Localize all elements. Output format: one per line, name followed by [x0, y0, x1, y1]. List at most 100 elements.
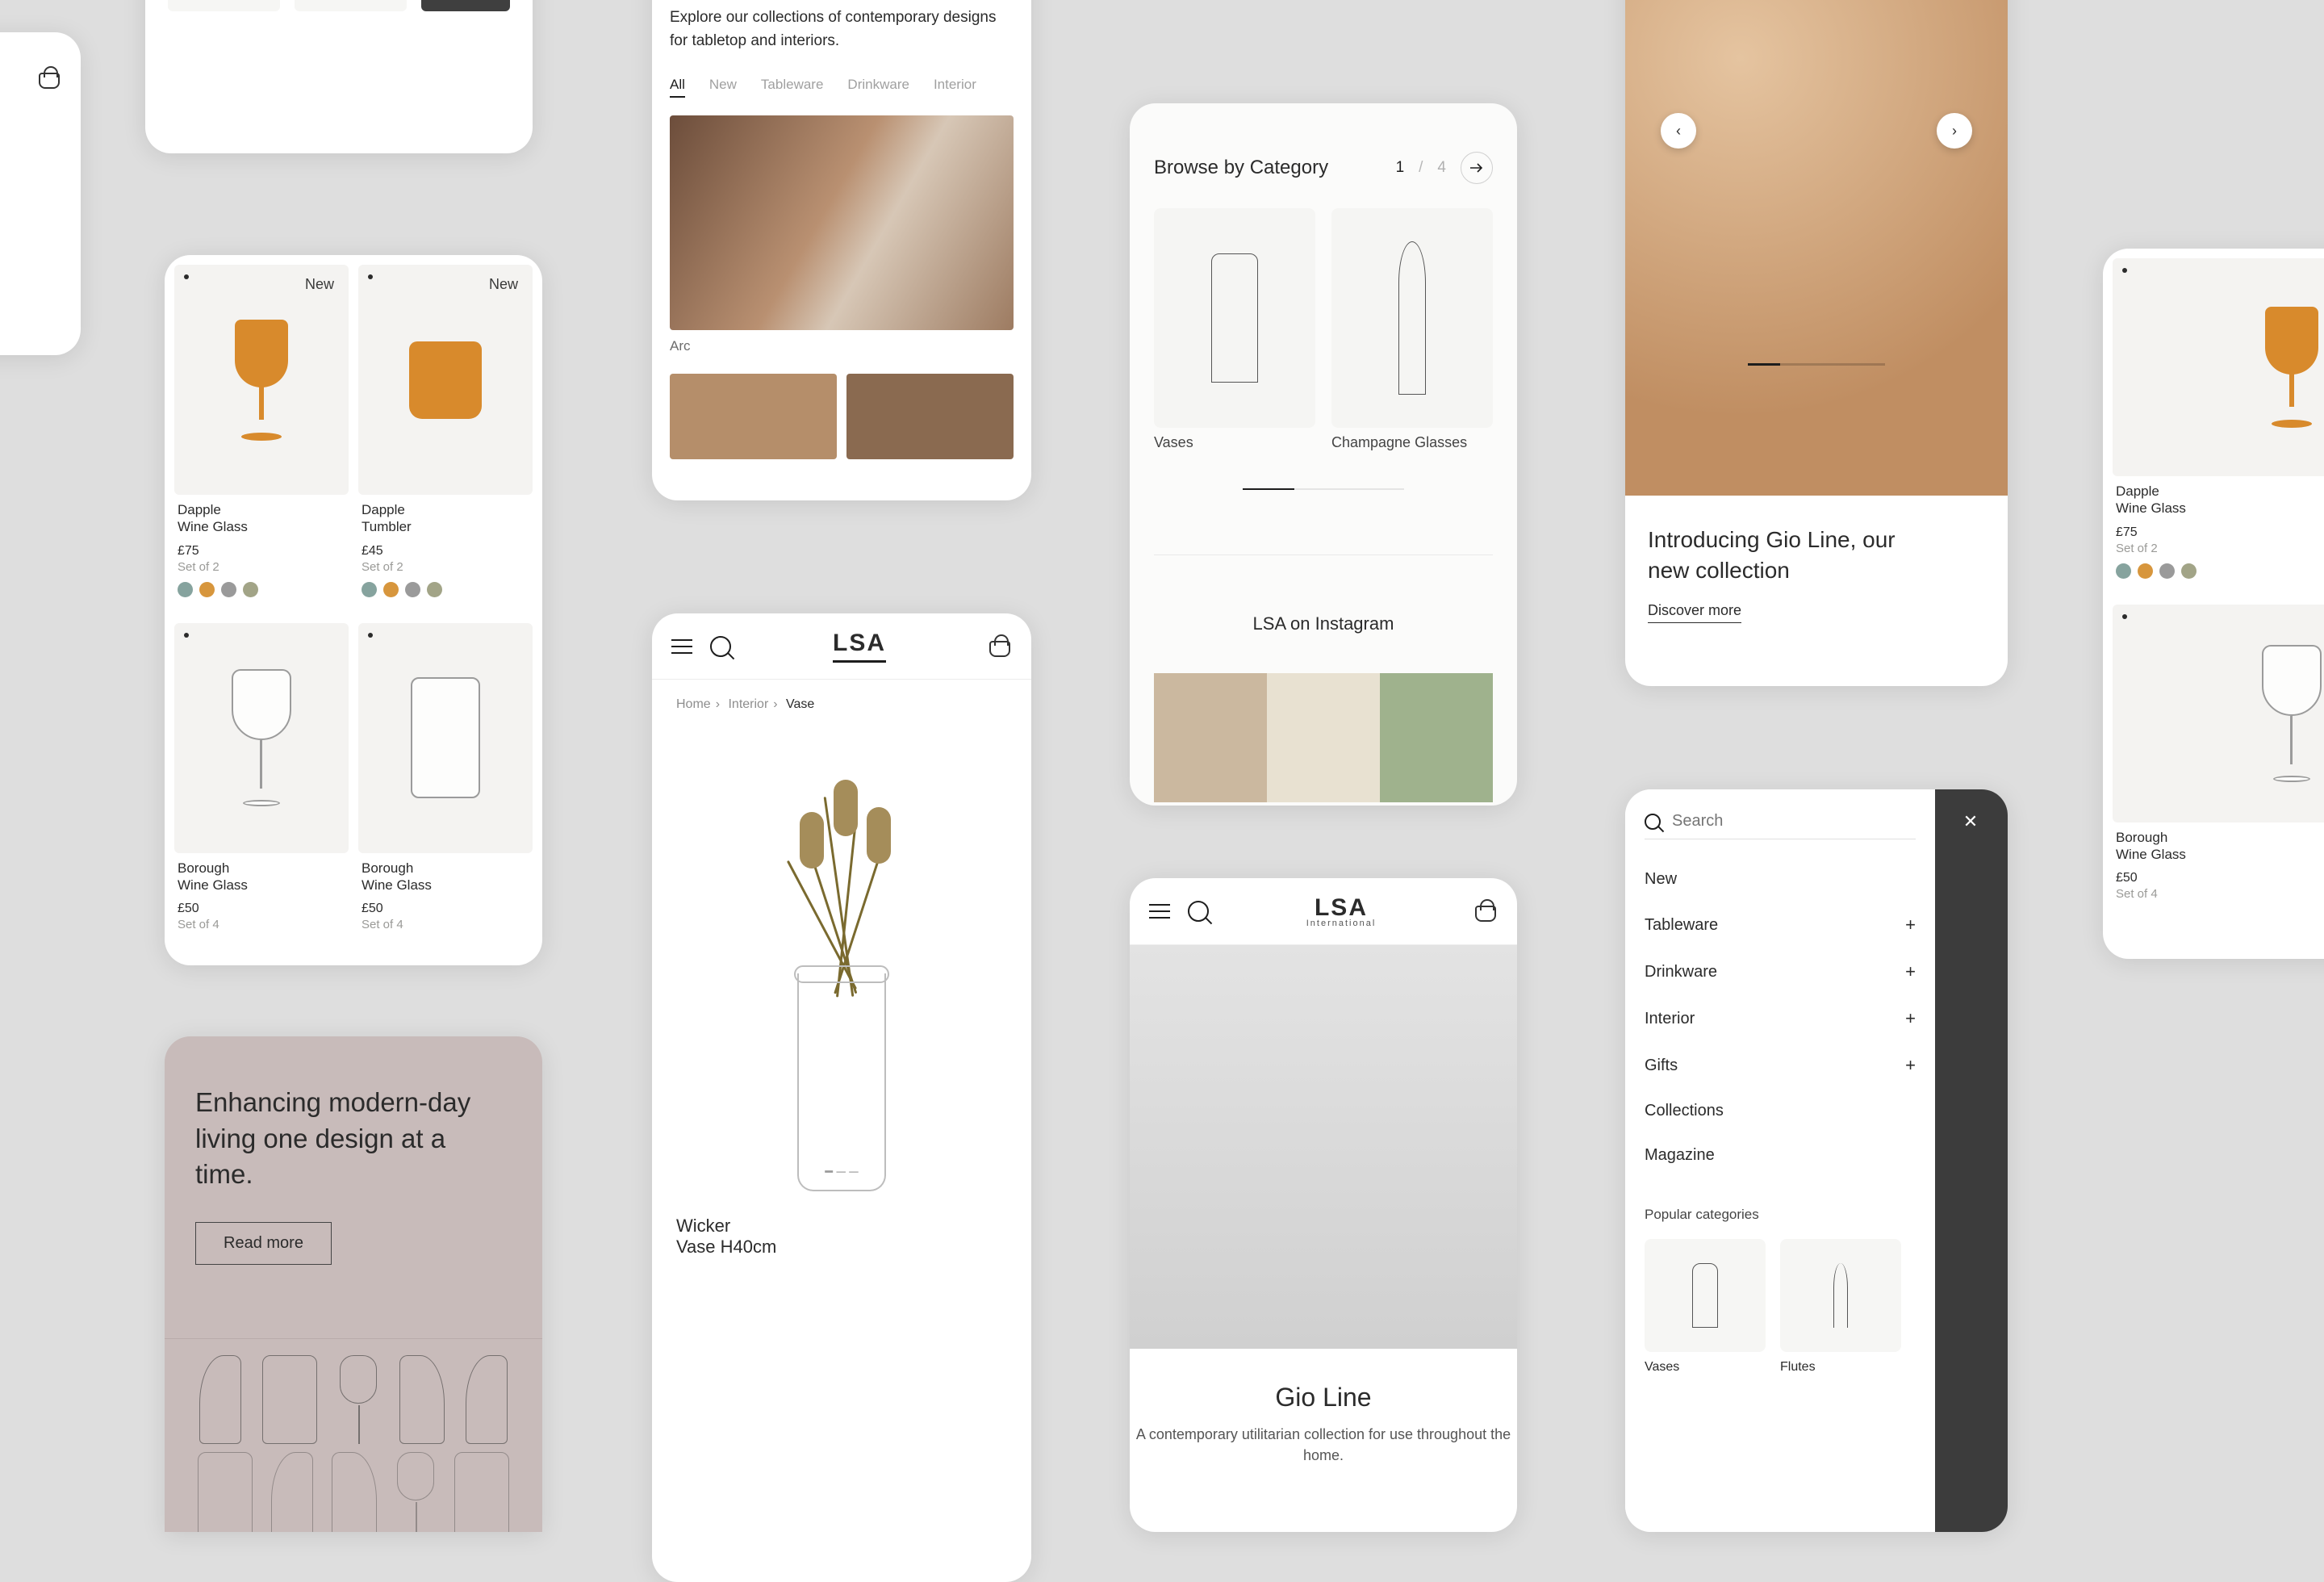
- wishlist-dot-icon[interactable]: [2122, 268, 2127, 273]
- crumb-current: Vase: [786, 697, 814, 711]
- nav-item-drinkware[interactable]: Drinkware+: [1645, 948, 1916, 995]
- cart-icon[interactable]: [37, 66, 61, 90]
- category-tile-vases[interactable]: [1154, 208, 1315, 428]
- discover-more-link[interactable]: Discover more: [1648, 602, 1741, 623]
- category-tile-vases[interactable]: [168, 0, 280, 11]
- vase-icon: [1211, 253, 1258, 383]
- product-card[interactable]: DappleWine Glass £75 Set of 2: [2113, 258, 2324, 595]
- search-icon[interactable]: [710, 636, 731, 657]
- page-title: Gio Line: [1130, 1383, 1517, 1412]
- cart-icon[interactable]: [1473, 899, 1498, 923]
- collection-hero-image[interactable]: [670, 115, 1014, 330]
- swatch[interactable]: [427, 582, 442, 597]
- instagram-thumbnails[interactable]: [1154, 673, 1493, 802]
- carousel-progress: [1748, 363, 1885, 366]
- nav-item-collections[interactable]: Collections: [1645, 1089, 1916, 1133]
- product-image: [411, 677, 480, 798]
- swatch[interactable]: [405, 582, 420, 597]
- search-icon[interactable]: [1188, 901, 1209, 922]
- instagram-heading: LSA on Instagram: [1154, 613, 1493, 634]
- drawer-scrim[interactable]: [1935, 789, 2008, 1532]
- category-tile-overflow[interactable]: [421, 0, 510, 11]
- wishlist-dot-icon[interactable]: [2122, 614, 2127, 619]
- tab-tableware[interactable]: Tableware: [761, 77, 824, 98]
- search-input[interactable]: [1672, 812, 1916, 831]
- category-tile-champagne[interactable]: [1331, 208, 1493, 428]
- swatch[interactable]: [243, 582, 258, 597]
- read-more-button[interactable]: Read more: [195, 1222, 332, 1265]
- flute-icon: [1833, 1263, 1848, 1328]
- popcat-tile[interactable]: [1645, 1239, 1766, 1352]
- wishlist-dot-icon[interactable]: [368, 633, 373, 638]
- product-card[interactable]: BoroughWine Glass £50 Set of 4: [358, 623, 533, 932]
- product-set: Set of 2: [178, 560, 349, 574]
- browse-heading: Browse by Category: [1154, 157, 1328, 179]
- expand-icon[interactable]: +: [1905, 1008, 1916, 1029]
- nav-item-magazine[interactable]: Magazine: [1645, 1133, 1916, 1178]
- popcat-tile[interactable]: [1780, 1239, 1901, 1352]
- cart-icon[interactable]: [988, 634, 1012, 659]
- product-card[interactable]: New DappleWine Glass £75 Set of 2: [174, 265, 349, 613]
- wishlist-dot-icon[interactable]: [184, 274, 189, 279]
- collections-intro: Explore our collections of contemporary …: [670, 6, 1014, 52]
- search-icon: [1645, 814, 1661, 830]
- swatch[interactable]: [178, 582, 193, 597]
- nav-item-gifts[interactable]: Gifts+: [1645, 1042, 1916, 1089]
- wishlist-dot-icon[interactable]: [184, 633, 189, 638]
- next-arrow-button[interactable]: [1461, 152, 1493, 184]
- next-arrow-button[interactable]: ›: [1937, 113, 1972, 149]
- category-tile-flutes[interactable]: [295, 0, 407, 11]
- image-pagination[interactable]: ━ ─ ─: [668, 1164, 1015, 1180]
- expand-icon[interactable]: +: [1905, 1055, 1916, 1076]
- swatch[interactable]: [2138, 563, 2153, 579]
- product-flag: New: [489, 276, 518, 293]
- pager-total: 4: [1437, 159, 1446, 177]
- swatch[interactable]: [383, 582, 399, 597]
- nav-item-new[interactable]: New: [1645, 857, 1916, 902]
- product-price: £75: [178, 544, 349, 559]
- product-card[interactable]: BoroughWine Glass £50 Set of 4: [174, 623, 349, 932]
- product-card[interactable]: New DappleTumbler £45 Set of 2: [358, 265, 533, 613]
- pager-current: 1: [1396, 159, 1405, 177]
- popular-categories-heading: Popular categories: [1645, 1207, 1916, 1223]
- pdp-name-line2: Vase H40cm: [676, 1237, 1007, 1258]
- category-label: Champagne Glasses: [1331, 434, 1493, 451]
- prev-arrow-button[interactable]: ‹: [1661, 113, 1696, 149]
- tab-interior[interactable]: Interior: [934, 77, 976, 98]
- nav-item-interior[interactable]: Interior+: [1645, 995, 1916, 1042]
- expand-icon[interactable]: +: [1905, 914, 1916, 935]
- champagne-glass-icon: [1398, 241, 1426, 395]
- editorial-illustration: [165, 1338, 542, 1532]
- collection-thumb-strip[interactable]: [670, 374, 1014, 459]
- swatch[interactable]: [362, 582, 377, 597]
- expand-icon[interactable]: +: [1905, 961, 1916, 982]
- nav-item-tableware[interactable]: Tableware+: [1645, 902, 1916, 948]
- swatch[interactable]: [199, 582, 215, 597]
- tab-all[interactable]: All: [670, 77, 685, 98]
- category-label: Vases: [1154, 434, 1315, 451]
- popcat-label: Flutes: [1780, 1360, 1901, 1375]
- brand-logo[interactable]: LSA: [833, 630, 886, 663]
- close-icon[interactable]: ✕: [1956, 807, 1985, 836]
- crumb-home[interactable]: Home: [676, 697, 711, 711]
- tab-drinkware[interactable]: Drinkware: [847, 77, 909, 98]
- product-image: [227, 320, 296, 441]
- swatch[interactable]: [2181, 563, 2197, 579]
- menu-icon[interactable]: [1149, 904, 1170, 919]
- product-card[interactable]: BoroughWine Glass £50 Set of 4: [2113, 605, 2324, 902]
- gio-hero-image[interactable]: [1130, 945, 1517, 1349]
- swatch[interactable]: [2116, 563, 2131, 579]
- swatch[interactable]: [2159, 563, 2175, 579]
- tab-new[interactable]: New: [709, 77, 737, 98]
- product-image: [2257, 307, 2324, 428]
- product-flag: New: [305, 276, 334, 293]
- crumb-interior[interactable]: Interior: [728, 697, 768, 711]
- pdp-image[interactable]: ━ ─ ─: [668, 723, 1015, 1191]
- product-line2: Wine Glass: [178, 518, 349, 535]
- hero-image[interactable]: [1625, 0, 2008, 496]
- swatch[interactable]: [221, 582, 236, 597]
- wishlist-dot-icon[interactable]: [368, 274, 373, 279]
- arrow-right-icon: [1469, 162, 1484, 174]
- menu-icon[interactable]: [671, 639, 692, 654]
- hero-headline: Introducing Gio Line, our new collection: [1648, 525, 1938, 586]
